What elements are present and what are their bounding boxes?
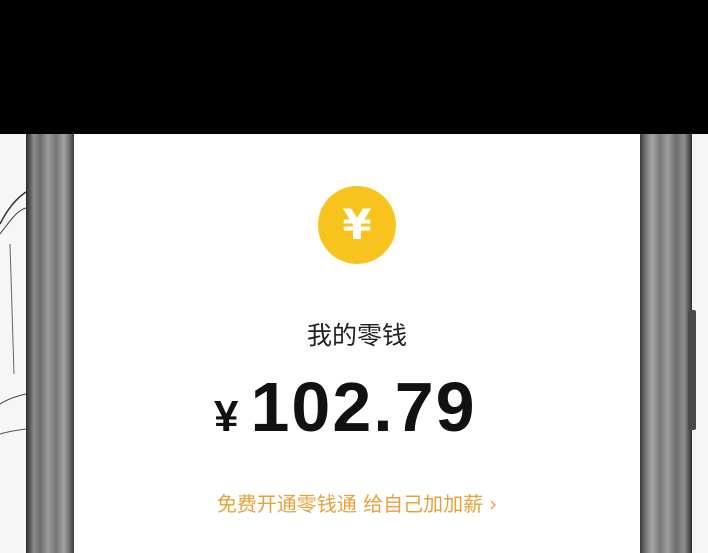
promo-text: 免费开通零钱通 给自己加加薪: [216, 492, 484, 516]
phone-bezel-right: [640, 134, 692, 553]
balance-display: ¥ 102.79: [214, 372, 477, 442]
currency-symbol: ¥: [214, 392, 239, 441]
phone-bezel-left: [26, 134, 74, 553]
wallet-screen: ¥ 我的零钱 ¥ 102.79 免费开通零钱通 给自己加加薪 ›: [74, 134, 640, 553]
comic-scene: ¥ 我的零钱 ¥ 102.79 免费开通零钱通 给自己加加薪 ›: [0, 134, 708, 553]
letterbox-top: [0, 0, 708, 134]
wallet-title: 我的零钱: [306, 321, 407, 350]
yuan-coin-icon: ¥: [318, 186, 396, 264]
balance-amount: 102.79: [250, 368, 477, 446]
activate-lingqiantong-link[interactable]: 免费开通零钱通 给自己加加薪 ›: [74, 488, 640, 517]
phone-side-button: [688, 310, 696, 430]
chevron-right-icon: ›: [489, 492, 498, 516]
yuan-symbol: ¥: [342, 200, 372, 249]
